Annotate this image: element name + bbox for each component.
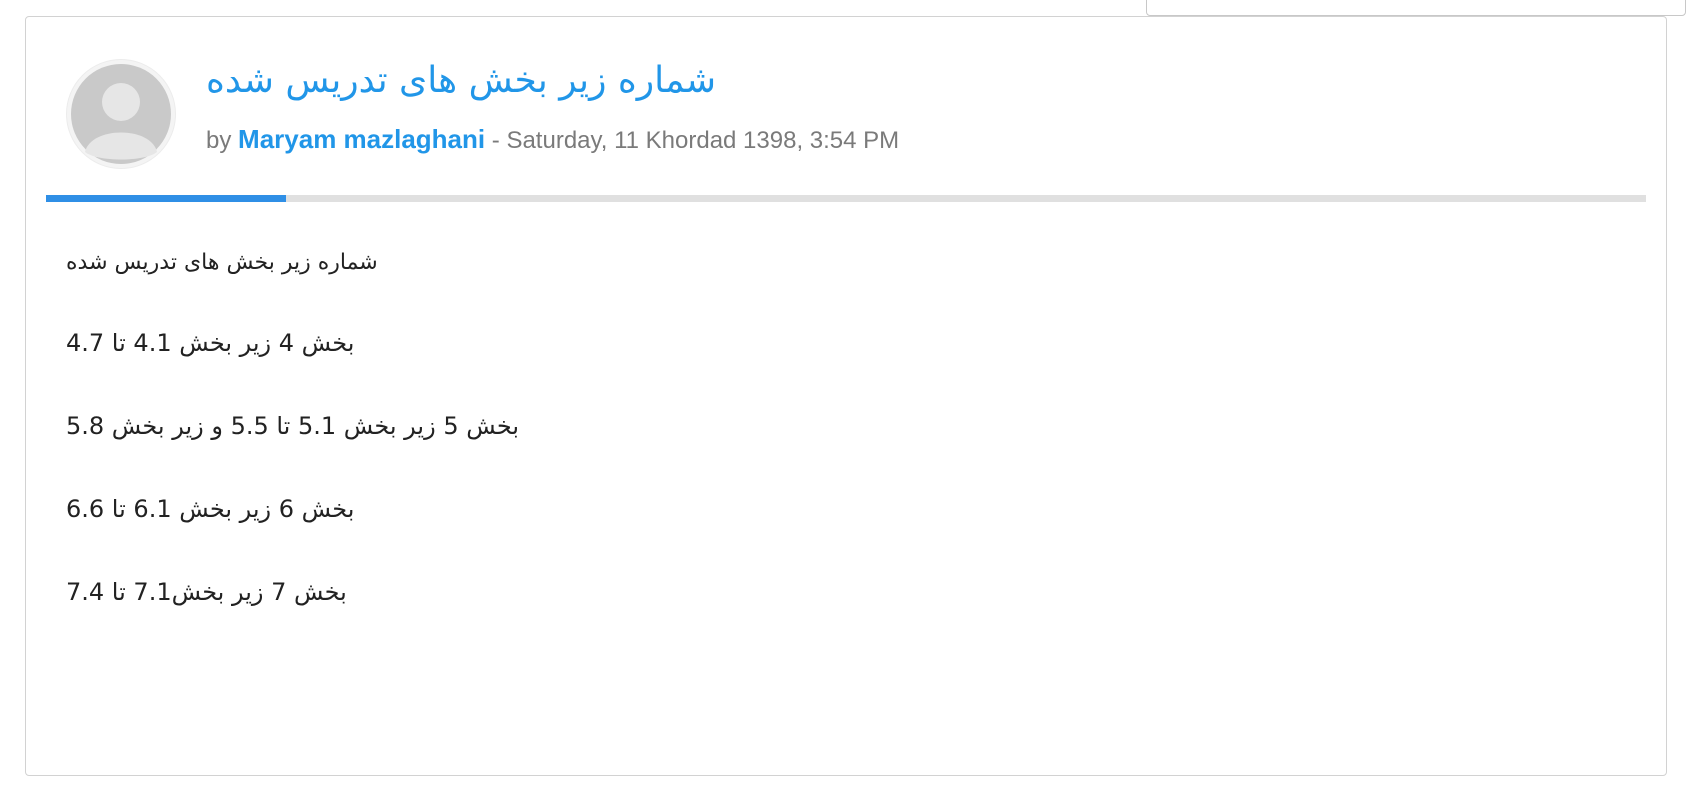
forum-post-card: شماره زیر بخش های تدریس شده by Maryam ma…	[25, 16, 1667, 776]
top-panel-edge	[1146, 0, 1686, 16]
post-title-link[interactable]: شماره زیر بخش های تدریس شده	[206, 59, 716, 103]
post-date: - Saturday, 11 Khordad 1398, 3:54 PM	[485, 127, 900, 154]
post-body-line: بخش 7 زیر بخش7.1 تا 7.4	[66, 578, 347, 606]
post-body-line: بخش 4 زیر بخش 4.1 تا 4.7	[66, 329, 355, 357]
post-body-line: بخش 6 زیر بخش 6.1 تا 6.6	[66, 495, 355, 523]
read-progress-fill	[46, 195, 286, 202]
author-link[interactable]: Maryam mazlaghani	[238, 124, 485, 154]
byline-prefix: by	[206, 127, 232, 154]
post-byline: by Maryam mazlaghani - Saturday, 11 Khor…	[206, 123, 899, 157]
post-content: شماره زیر بخش های تدریس شده بخش 4 زیر بخ…	[66, 247, 519, 657]
user-avatar-icon[interactable]	[66, 59, 176, 169]
read-progress-bar	[46, 195, 1646, 202]
post-body-heading: شماره زیر بخش های تدریس شده	[66, 250, 378, 275]
post-body-line: بخش 5 زیر بخش 5.1 تا 5.5 و زیر بخش 5.8	[66, 412, 520, 440]
